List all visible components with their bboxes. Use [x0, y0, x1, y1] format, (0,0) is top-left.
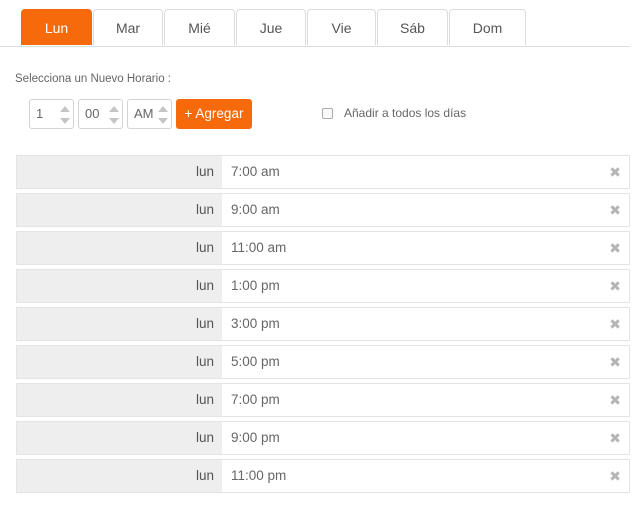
close-icon[interactable]: ✖: [609, 194, 621, 226]
day-tabs: Lun Mar Mié Jue Vie Sáb Dom: [0, 8, 630, 47]
schedule-day: lun: [17, 460, 222, 492]
close-icon[interactable]: ✖: [609, 346, 621, 378]
close-icon[interactable]: ✖: [609, 422, 621, 454]
period-stepper[interactable]: AM: [127, 99, 172, 129]
schedule-row: lun 7:00 am ✖: [16, 155, 630, 189]
minute-stepper[interactable]: 00: [78, 99, 123, 129]
schedule-row: lun 7:00 pm ✖: [16, 383, 630, 417]
close-icon[interactable]: ✖: [609, 384, 621, 416]
schedule-time: 7:00 am: [231, 164, 280, 179]
close-icon[interactable]: ✖: [609, 156, 621, 188]
new-schedule-label: Selecciona un Nuevo Horario :: [15, 73, 171, 85]
tab-sab[interactable]: Sáb: [377, 9, 448, 45]
close-icon[interactable]: ✖: [609, 232, 621, 264]
close-icon[interactable]: ✖: [609, 460, 621, 492]
schedule-time: 3:00 pm: [231, 316, 280, 331]
schedule-day: lun: [17, 156, 222, 188]
schedule-row: lun 9:00 pm ✖: [16, 421, 630, 455]
apply-all-days-checkbox[interactable]: [322, 108, 333, 119]
schedule-day: lun: [17, 270, 222, 302]
tab-vie[interactable]: Vie: [307, 9, 376, 45]
spinner-arrows-icon[interactable]: [109, 106, 119, 124]
period-value: AM: [134, 106, 154, 121]
schedule-day: lun: [17, 384, 222, 416]
hour-value: 1: [36, 106, 44, 121]
schedule-day: lun: [17, 232, 222, 264]
schedule-editor: Lun Mar Mié Jue Vie Sáb Dom Selecciona u…: [0, 0, 640, 505]
add-schedule-button[interactable]: + Agregar: [176, 99, 252, 129]
schedule-time: 11:00 pm: [231, 468, 287, 483]
tab-mie[interactable]: Mié: [164, 9, 235, 45]
schedule-row: lun 1:00 pm ✖: [16, 269, 630, 303]
schedule-row: lun 9:00 am ✖: [16, 193, 630, 227]
schedule-row: lun 11:00 am ✖: [16, 231, 630, 265]
schedule-time: 11:00 am: [231, 240, 287, 255]
tab-lun[interactable]: Lun: [21, 9, 92, 45]
hour-stepper[interactable]: 1: [29, 99, 74, 129]
close-icon[interactable]: ✖: [609, 270, 621, 302]
schedule-time: 1:00 pm: [231, 278, 280, 293]
schedule-time: 7:00 pm: [231, 392, 280, 407]
schedule-row: lun 5:00 pm ✖: [16, 345, 630, 379]
schedule-time: 9:00 pm: [231, 430, 280, 445]
spinner-arrows-icon[interactable]: [60, 106, 70, 124]
spinner-arrows-icon[interactable]: [158, 106, 168, 124]
minute-value: 00: [85, 106, 100, 121]
schedule-day: lun: [17, 308, 222, 340]
tab-dom[interactable]: Dom: [449, 9, 526, 45]
schedule-row: lun 11:00 pm ✖: [16, 459, 630, 493]
schedule-day: lun: [17, 194, 222, 226]
schedule-time: 5:00 pm: [231, 354, 280, 369]
schedule-row: lun 3:00 pm ✖: [16, 307, 630, 341]
apply-all-days-label: Añadir a todos los días: [344, 106, 467, 120]
schedule-time: 9:00 am: [231, 202, 280, 217]
tab-jue[interactable]: Jue: [236, 9, 306, 45]
close-icon[interactable]: ✖: [609, 308, 621, 340]
schedule-day: lun: [17, 346, 222, 378]
tab-mar[interactable]: Mar: [93, 9, 163, 45]
schedule-day: lun: [17, 422, 222, 454]
